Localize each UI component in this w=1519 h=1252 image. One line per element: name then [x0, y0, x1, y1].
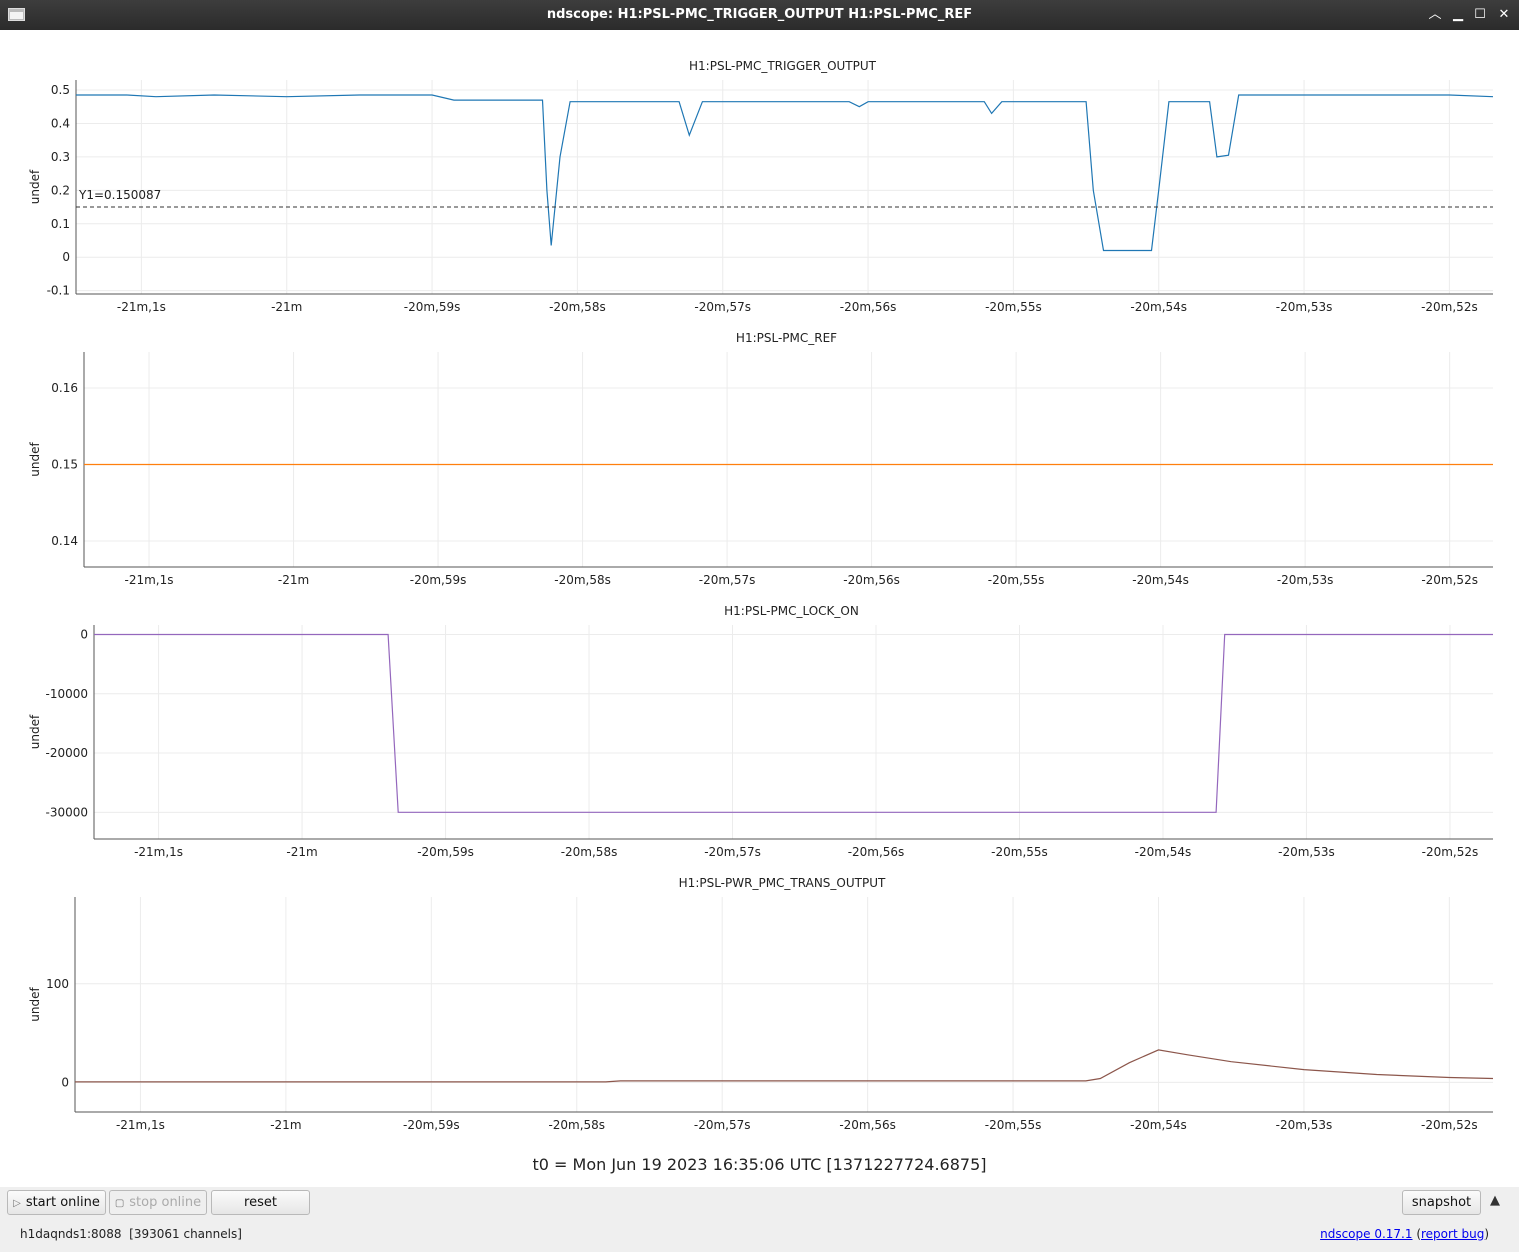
y-axis-label: undef	[28, 442, 42, 477]
x-tick-label: -20m,53s	[1278, 845, 1335, 859]
x-tick-label: -20m,56s	[840, 300, 897, 314]
server-status: h1daqnds1:8088 [393061 channels]	[20, 1227, 242, 1241]
y-tick-label: 0	[61, 1075, 69, 1089]
plot-title: H1:PSL-PWR_PMC_TRANS_OUTPUT	[679, 876, 886, 890]
snapshot-button[interactable]: snapshot	[1402, 1190, 1481, 1215]
y-tick-label: -0.1	[47, 284, 70, 298]
y-tick-label: 0.14	[51, 534, 78, 548]
stop-icon: ▢	[114, 1198, 125, 1209]
x-tick-label: -20m,59s	[403, 1118, 460, 1132]
t0-label: t0 = Mon Jun 19 2023 16:35:06 UTC [13712…	[532, 1155, 987, 1174]
chevron-up-icon[interactable]: ︿	[1425, 5, 1445, 25]
series-line	[94, 633, 1493, 813]
x-tick-label: -20m,59s	[404, 300, 461, 314]
x-tick-label: -21m	[286, 845, 317, 859]
version-info: ndscope 0.17.1 (report bug)	[1320, 1227, 1489, 1241]
plot-panel[interactable]: H1:PSL-PMC_TRIGGER_OUTPUTundef -0.1 0 0.1 0.…	[28, 59, 1494, 314]
plot-panel[interactable]: H1:PSL-PMC_LOCK_ONundef -30000 -20000 -1000…	[28, 604, 1493, 859]
x-tick-label: -20m,52s	[1421, 300, 1478, 314]
plot-panel[interactable]: H1:PSL-PWR_PMC_TRANS_OUTPUTundef 0 100 -21m…	[28, 876, 1494, 1132]
main-frame: H1:PSL-PMC_TRIGGER_OUTPUTundef -0.1 0 0.1 0.…	[0, 30, 1519, 1252]
y-tick-label: -30000	[45, 805, 88, 819]
y-tick-label: 100	[46, 977, 69, 991]
series-line	[75, 1049, 1494, 1083]
x-tick-label: -21m,1s	[125, 573, 174, 587]
y-tick-label: -20000	[45, 746, 88, 760]
x-tick-label: -20m,59s	[410, 573, 467, 587]
x-tick-label: -20m,52s	[1422, 845, 1479, 859]
stop-online-button[interactable]: ▢ stop online	[109, 1190, 207, 1215]
x-tick-label: -20m,57s	[694, 1118, 751, 1132]
x-tick-label: -20m,55s	[988, 573, 1045, 587]
y-axis-label: undef	[28, 987, 42, 1022]
server-address: h1daqnds1:8088	[20, 1227, 122, 1241]
x-tick-label: -20m,53s	[1276, 1118, 1333, 1132]
x-tick-label: -20m,57s	[694, 300, 751, 314]
y-tick-label: 0.1	[51, 217, 70, 231]
x-tick-label: -20m,57s	[699, 573, 756, 587]
channel-count: [393061 channels]	[129, 1227, 242, 1241]
x-tick-label: -20m,52s	[1421, 1118, 1478, 1132]
start-online-label: start online	[25, 1195, 100, 1210]
plot-area[interactable]: H1:PSL-PMC_TRIGGER_OUTPUTundef -0.1 0 0.1 0.…	[0, 30, 1519, 1155]
x-tick-label: -20m,54s	[1130, 300, 1187, 314]
x-tick-label: -21m,1s	[116, 1118, 165, 1132]
expand-triangle-icon[interactable]: ▲	[1490, 1193, 1500, 1208]
plot-panel[interactable]: H1:PSL-PMC_REFundef 0.14 0.15 0.16 -21m,1s -2…	[28, 331, 1493, 587]
title-bar: ndscope: H1:PSL-PMC_TRIGGER_OUTPUT H1:PS…	[0, 0, 1519, 30]
status-bar: h1daqnds1:8088 [393061 channels] ndscope…	[0, 1219, 1519, 1252]
x-tick-label: -20m,55s	[985, 300, 1042, 314]
play-icon: ▷	[13, 1198, 21, 1209]
x-tick-label: -20m,53s	[1276, 300, 1333, 314]
window-title: ndscope: H1:PSL-PMC_TRIGGER_OUTPUT H1:PS…	[546, 7, 973, 22]
reset-button[interactable]: reset	[211, 1190, 310, 1215]
x-tick-label: -21m	[270, 1118, 301, 1132]
y-axis-label: undef	[28, 169, 42, 204]
plot-title: H1:PSL-PMC_LOCK_ON	[724, 604, 859, 618]
minimize-icon[interactable]: ▁	[1448, 5, 1468, 25]
maximize-icon[interactable]: ☐	[1470, 5, 1490, 25]
y-tick-label: 0	[62, 250, 70, 264]
x-tick-label: -20m,56s	[843, 573, 900, 587]
cursor-label: Y1=0.150087	[78, 188, 161, 202]
x-tick-label: -20m,55s	[991, 845, 1048, 859]
button-bar: ▷ start online ▢ stop online reset snapsho…	[0, 1187, 1519, 1219]
y-tick-label: -10000	[45, 687, 88, 701]
x-tick-label: -21m	[278, 573, 309, 587]
report-bug-link[interactable]: report bug	[1421, 1227, 1484, 1241]
x-tick-label: -20m,58s	[561, 845, 618, 859]
x-tick-label: -20m,58s	[549, 300, 606, 314]
x-tick-label: -20m,52s	[1421, 573, 1478, 587]
y-tick-label: 0.2	[51, 183, 70, 197]
x-tick-label: -21m	[271, 300, 302, 314]
plot-title: H1:PSL-PMC_TRIGGER_OUTPUT	[689, 59, 877, 73]
x-tick-label: -21m,1s	[134, 845, 183, 859]
x-tick-label: -20m,59s	[417, 845, 474, 859]
x-tick-label: -20m,56s	[839, 1118, 896, 1132]
version-link[interactable]: ndscope 0.17.1	[1320, 1227, 1412, 1241]
y-tick-label: 0	[80, 627, 88, 641]
x-tick-label: -20m,54s	[1135, 845, 1192, 859]
plot-title: H1:PSL-PMC_REF	[736, 331, 837, 345]
x-tick-label: -20m,56s	[848, 845, 905, 859]
y-axis-label: undef	[28, 714, 42, 749]
y-tick-label: 0.16	[51, 381, 78, 395]
y-tick-label: 0.15	[51, 457, 78, 471]
stop-online-label: stop online	[129, 1195, 202, 1210]
x-tick-label: -20m,54s	[1132, 573, 1189, 587]
start-online-button[interactable]: ▷ start online	[7, 1190, 106, 1215]
x-tick-label: -20m,55s	[985, 1118, 1042, 1132]
x-tick-label: -20m,58s	[554, 573, 611, 587]
y-tick-label: 0.4	[51, 116, 70, 130]
y-tick-label: 0.5	[51, 83, 70, 97]
y-tick-label: 0.3	[51, 150, 70, 164]
close-icon[interactable]: ✕	[1494, 5, 1514, 25]
x-tick-label: -20m,53s	[1277, 573, 1334, 587]
x-tick-label: -20m,57s	[704, 845, 761, 859]
series-line	[76, 94, 1494, 252]
x-tick-label: -20m,58s	[548, 1118, 605, 1132]
x-tick-label: -20m,54s	[1130, 1118, 1187, 1132]
x-tick-label: -21m,1s	[117, 300, 166, 314]
